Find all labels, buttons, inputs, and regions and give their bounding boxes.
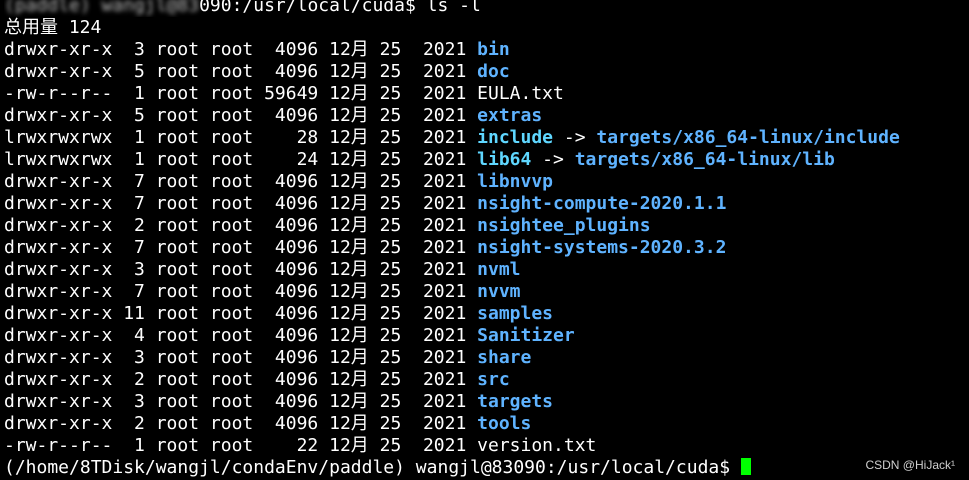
listing-meta: drwxr-xr-x 3 root root 4096 12月 25 2021 (4, 391, 478, 412)
listing-meta: -rw-r--r-- 1 root root 22 12月 25 2021 (4, 435, 478, 456)
directory-name: targets (477, 391, 554, 412)
directory-name: libnvvp (477, 171, 554, 192)
directory-name: nvml (477, 259, 521, 280)
symlink-arrow: -> (531, 149, 575, 170)
listing-meta: drwxr-xr-x 4 root root 4096 12月 25 2021 (4, 325, 478, 346)
listing-meta: drwxr-xr-x 7 root root 4096 12月 25 2021 (4, 171, 478, 192)
symlink-target: targets/x86_64-linux/include (596, 127, 900, 148)
listing-row: drwxr-xr-x 2 root root 4096 12月 25 2021 … (4, 413, 969, 435)
prompt-text: (/home/8TDisk/wangjl/condaEnv/paddle) wa… (4, 457, 741, 478)
directory-name: share (477, 347, 532, 368)
listing-row: -rw-r--r-- 1 root root 59649 12月 25 2021… (4, 83, 969, 105)
listing-meta: drwxr-xr-x 7 root root 4096 12月 25 2021 (4, 281, 478, 302)
file-listing: drwxr-xr-x 3 root root 4096 12月 25 2021 … (4, 39, 969, 457)
directory-name: samples (477, 303, 554, 324)
listing-meta: -rw-r--r-- 1 root root 59649 12月 25 2021 (4, 83, 478, 104)
listing-meta: lrwxrwxrwx 1 root root 24 12月 25 2021 (4, 149, 478, 170)
prompt-line-bottom[interactable]: (/home/8TDisk/wangjl/condaEnv/paddle) wa… (4, 457, 969, 479)
directory-name: extras (477, 105, 543, 126)
listing-row: drwxr-xr-x 11 root root 4096 12月 25 2021… (4, 303, 969, 325)
listing-meta: drwxr-xr-x 7 root root 4096 12月 25 2021 (4, 237, 478, 258)
symlink-name: lib64 (477, 149, 532, 170)
total-line: 总用量 124 (4, 17, 102, 38)
listing-row: drwxr-xr-x 7 root root 4096 12月 25 2021 … (4, 281, 969, 303)
listing-row: drwxr-xr-x 7 root root 4096 12月 25 2021 … (4, 171, 969, 193)
directory-name: nsight-compute-2020.1.1 (477, 193, 727, 214)
listing-meta: drwxr-xr-x 5 root root 4096 12月 25 2021 (4, 105, 478, 126)
csdn-watermark: CSDN @HiJack¹ (865, 458, 955, 472)
listing-row: drwxr-xr-x 2 root root 4096 12月 25 2021 … (4, 369, 969, 391)
listing-meta: drwxr-xr-x 3 root root 4096 12月 25 2021 (4, 259, 478, 280)
listing-row: -rw-r--r-- 1 root root 22 12月 25 2021 ve… (4, 435, 969, 457)
symlink-target: targets/x86_64-linux/lib (574, 149, 835, 170)
listing-meta: drwxr-xr-x 3 root root 4096 12月 25 2021 (4, 39, 478, 60)
prompt-blurred-prefix: (paddle) wangjl@83 (4, 0, 200, 16)
directory-name: tools (477, 413, 532, 434)
listing-meta: lrwxrwxrwx 1 root root 28 12月 25 2021 (4, 127, 478, 148)
listing-row: drwxr-xr-x 4 root root 4096 12月 25 2021 … (4, 325, 969, 347)
listing-meta: drwxr-xr-x 2 root root 4096 12月 25 2021 (4, 215, 478, 236)
listing-row: lrwxrwxrwx 1 root root 28 12月 25 2021 in… (4, 127, 969, 149)
listing-row: drwxr-xr-x 5 root root 4096 12月 25 2021 … (4, 105, 969, 127)
command-text: ls -l (426, 0, 481, 16)
terminal-cursor (740, 458, 751, 475)
symlink-name: include (477, 127, 554, 148)
listing-row: drwxr-xr-x 3 root root 4096 12月 25 2021 … (4, 347, 969, 369)
prompt-path: 090:/usr/local/cuda$ (199, 0, 427, 16)
directory-name: src (477, 369, 510, 390)
listing-row: drwxr-xr-x 7 root root 4096 12月 25 2021 … (4, 193, 969, 215)
listing-row: drwxr-xr-x 2 root root 4096 12月 25 2021 … (4, 215, 969, 237)
listing-row: drwxr-xr-x 7 root root 4096 12月 25 2021 … (4, 237, 969, 259)
directory-name: nsight-systems-2020.3.2 (477, 237, 727, 258)
listing-meta: drwxr-xr-x 5 root root 4096 12月 25 2021 (4, 61, 478, 82)
file-name: EULA.txt (477, 83, 564, 104)
listing-meta: drwxr-xr-x 7 root root 4096 12月 25 2021 (4, 193, 478, 214)
listing-meta: drwxr-xr-x 3 root root 4096 12月 25 2021 (4, 347, 478, 368)
directory-name: nvvm (477, 281, 521, 302)
symlink-arrow: -> (553, 127, 597, 148)
listing-row: drwxr-xr-x 5 root root 4096 12月 25 2021 … (4, 61, 969, 83)
directory-name: nsightee_plugins (477, 215, 651, 236)
prompt-line-top: (paddle) wangjl@83090:/usr/local/cuda$ l… (4, 0, 969, 17)
listing-meta: drwxr-xr-x 2 root root 4096 12月 25 2021 (4, 369, 478, 390)
listing-meta: drwxr-xr-x 11 root root 4096 12月 25 2021 (4, 303, 478, 324)
listing-row: lrwxrwxrwx 1 root root 24 12月 25 2021 li… (4, 149, 969, 171)
directory-name: doc (477, 61, 510, 82)
directory-name: bin (477, 39, 510, 60)
listing-row: drwxr-xr-x 3 root root 4096 12月 25 2021 … (4, 391, 969, 413)
directory-name: Sanitizer (477, 325, 575, 346)
listing-meta: drwxr-xr-x 2 root root 4096 12月 25 2021 (4, 413, 478, 434)
file-name: version.txt (477, 435, 597, 456)
listing-row: drwxr-xr-x 3 root root 4096 12月 25 2021 … (4, 259, 969, 281)
terminal-output[interactable]: (paddle) wangjl@83090:/usr/local/cuda$ l… (4, 0, 969, 479)
listing-row: drwxr-xr-x 3 root root 4096 12月 25 2021 … (4, 39, 969, 61)
